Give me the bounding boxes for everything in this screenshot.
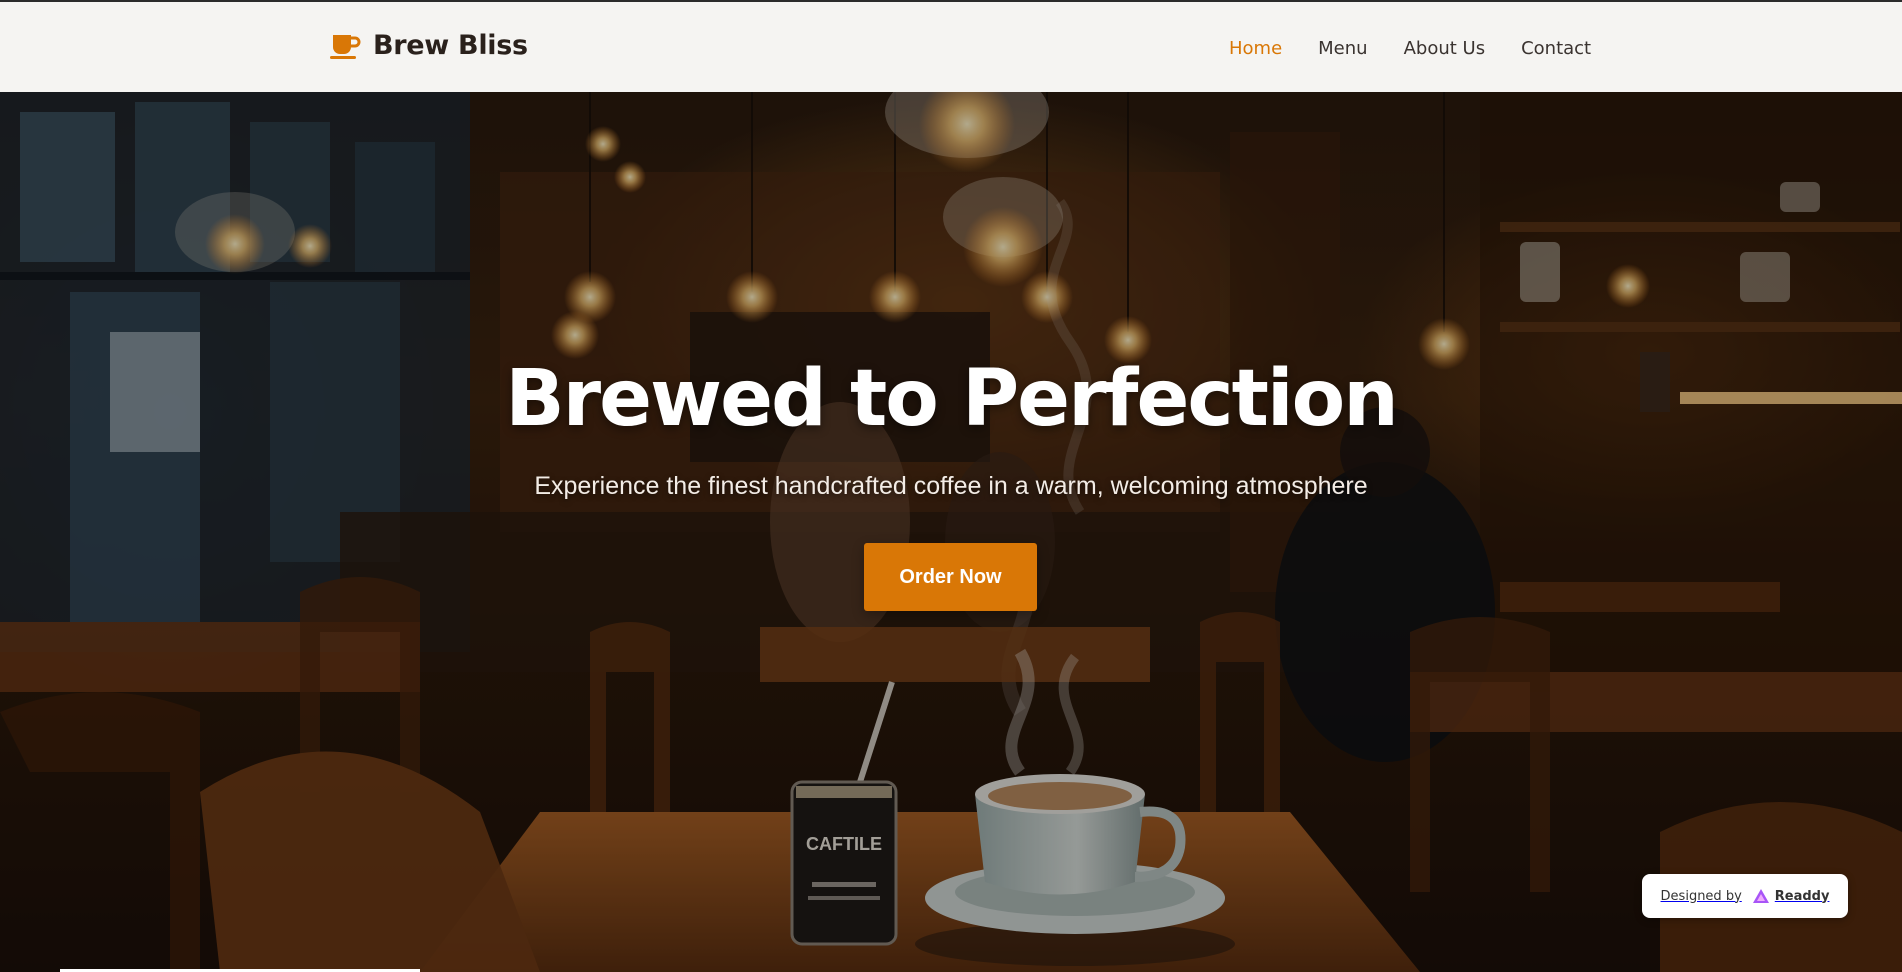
- order-now-button[interactable]: Order Now: [864, 543, 1037, 611]
- hero-title: Brewed to Perfection: [505, 354, 1399, 444]
- badge-brand-name: Readdy: [1774, 888, 1830, 904]
- hero-section: CAFTILE Brewed to Perfection Experience …: [0, 92, 1902, 972]
- nav-link-home[interactable]: Home: [1229, 38, 1282, 59]
- brand-name: Brew Bliss: [373, 30, 528, 61]
- hero-subtitle: Experience the finest handcrafted coffee…: [534, 472, 1368, 500]
- designed-by-badge[interactable]: Designed by Readdy: [1642, 874, 1848, 918]
- nav-link-contact[interactable]: Contact: [1521, 38, 1591, 59]
- badge-brand: Readdy: [1752, 888, 1830, 904]
- badge-label: Designed by: [1660, 888, 1742, 904]
- hero-overlay: [0, 92, 1902, 972]
- readdy-logo-icon: [1752, 889, 1769, 903]
- coffee-cup-icon: [330, 34, 361, 59]
- brand-logo-link[interactable]: Brew Bliss: [329, 30, 528, 61]
- nav-link-about-us[interactable]: About Us: [1404, 38, 1486, 59]
- navbar: Brew Bliss Home Menu About Us Contact: [0, 0, 1902, 92]
- nav-link-menu[interactable]: Menu: [1318, 38, 1367, 59]
- nav-menu: Home Menu About Us Contact: [1229, 38, 1591, 59]
